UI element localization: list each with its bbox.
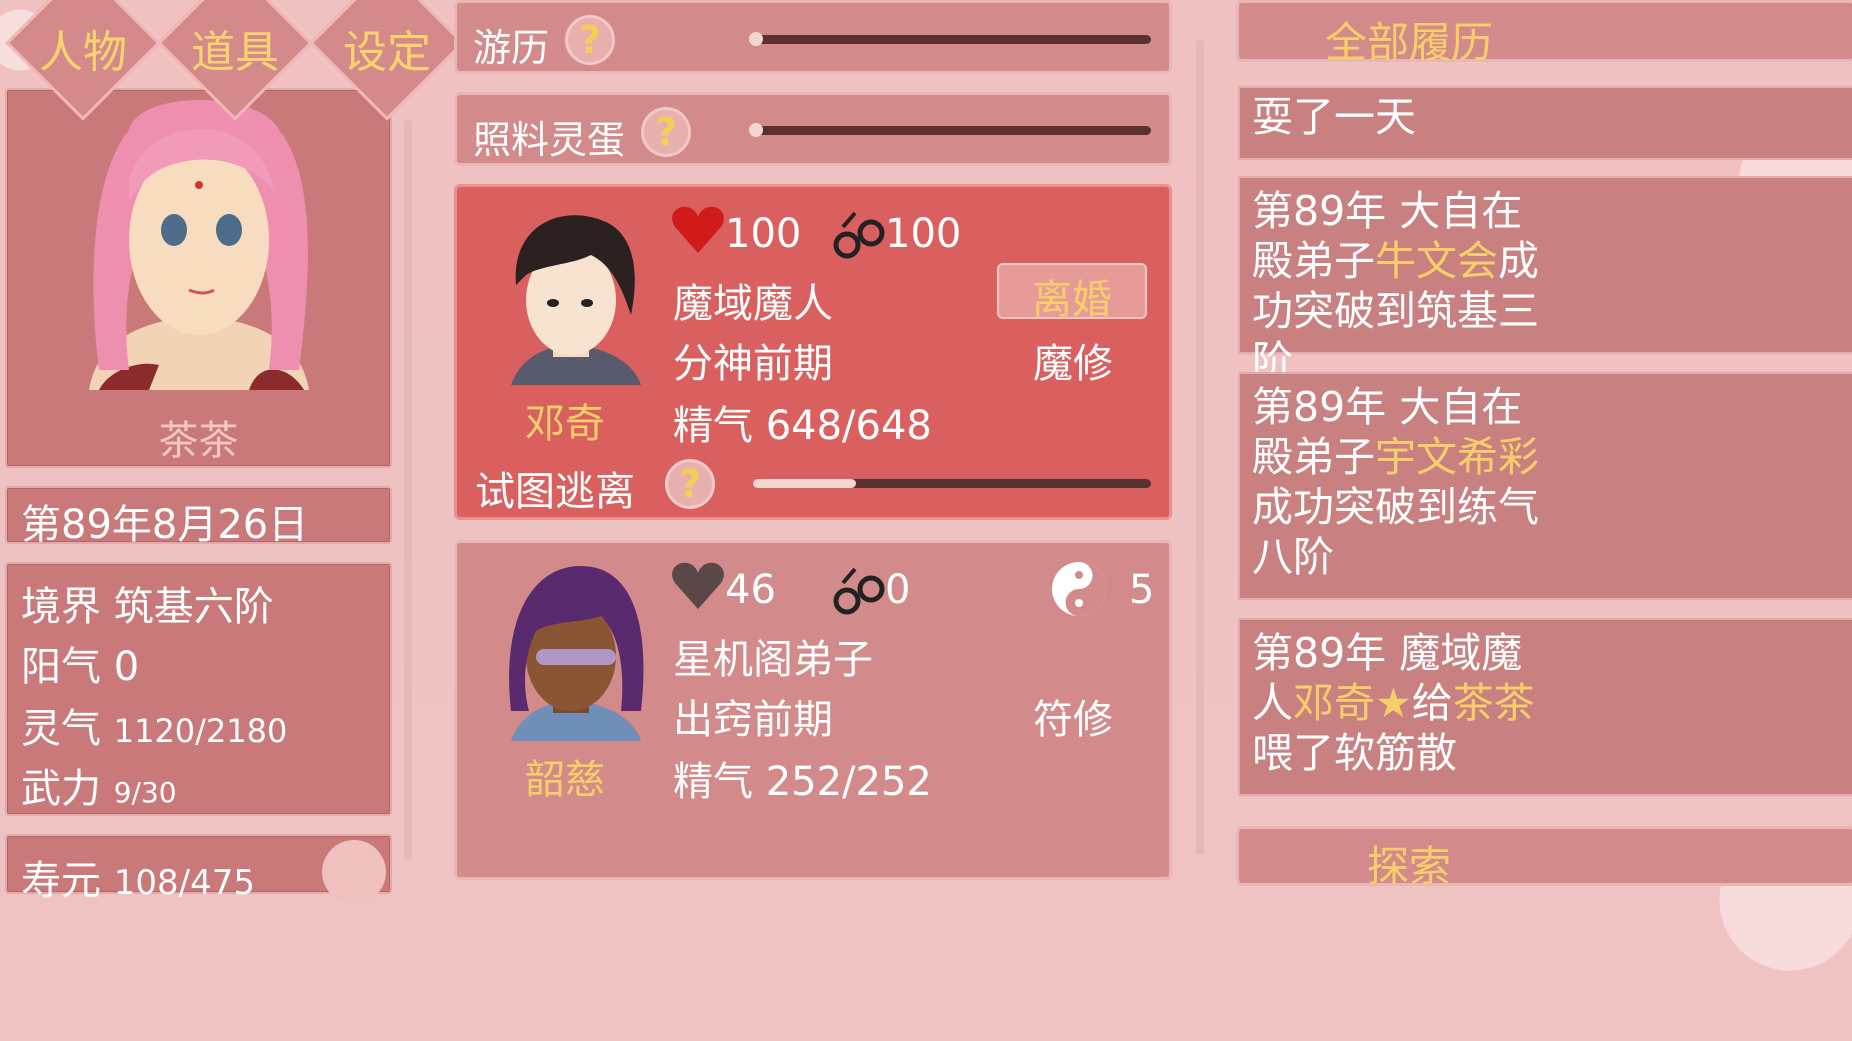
companion-card-1: 邓奇 100 100 魔域魔人 离婚 分神前期 魔修 精气 648/648 试图… [454, 184, 1172, 520]
stat-force: 武力 9/30 [21, 766, 177, 812]
character-name: 茶茶 [158, 418, 239, 464]
history-highlight-name: 牛文会 [1375, 237, 1498, 285]
heart-icon [672, 562, 724, 609]
handcuffs-icon [833, 211, 885, 259]
companion-name-1: 邓奇 [525, 401, 605, 447]
history-highlight-name: 宇文希彩 [1375, 433, 1539, 481]
companion-realm-1: 分神前期 [673, 341, 833, 387]
history-text-segment: 成功突破到练气八阶 [1252, 483, 1539, 581]
portrait-panel: 茶茶 [5, 88, 392, 468]
activity-travel[interactable]: 游历 ? [454, 0, 1172, 74]
tab-settings[interactable]: 设定 [312, 16, 462, 80]
companion-essence-2: 精气 252/252 [673, 759, 932, 805]
history-entry-text: 第89年 大自在殿弟子牛文会成功突破到筑基三阶 [1252, 186, 1562, 386]
divorce-button[interactable]: 离婚 [997, 263, 1147, 323]
stat-qi: 灵气 1120/2180 [21, 706, 288, 752]
history-entry-text: 第89年 大自在殿弟子宇文希彩成功突破到练气八阶 [1252, 382, 1562, 582]
history-header[interactable]: 全部履历 [1236, 0, 1852, 67]
escape-progress-fill [753, 479, 857, 488]
character-portrait [89, 100, 309, 390]
lifespan-panel: 寿元 108/475 [5, 834, 392, 904]
heart-icon [672, 206, 724, 253]
left-scrollbar[interactable] [404, 120, 412, 860]
explore-button[interactable]: 探索 [1236, 826, 1852, 891]
activity-travel-label: 游历 [473, 26, 550, 70]
travel-progress-bar [749, 32, 1151, 46]
history-highlight-name: 茶茶 [1452, 679, 1535, 727]
companion-essence-1: 精气 648/648 [673, 403, 932, 449]
bond-value-2: 0 [885, 567, 911, 613]
companion-title-2: 星机阁弟子 [673, 637, 873, 683]
handcuffs-icon [833, 567, 885, 615]
yinyang-value-2: 5 [1129, 567, 1155, 613]
history-text-segment: 耍了一天 [1252, 93, 1416, 141]
tab-character[interactable]: 人物 [8, 16, 158, 80]
companion-realm-2: 出窍前期 [673, 697, 833, 743]
history-entry-2: 第89年 大自在殿弟子牛文会成功突破到筑基三阶 [1238, 176, 1852, 385]
help-icon[interactable]: ? [565, 15, 615, 65]
stat-realm: 境界 筑基六阶 [21, 584, 274, 630]
middle-scrollbar[interactable] [1196, 40, 1204, 855]
tab-items[interactable]: 道具 [160, 16, 310, 80]
travel-progress-knob [749, 32, 763, 46]
companion-portrait-1 [511, 215, 641, 385]
help-icon[interactable]: ? [665, 459, 715, 509]
yinyang-icon [1052, 562, 1106, 616]
history-entry-1: 耍了一天 [1238, 86, 1852, 160]
history-entry-text: 第89年 魔域魔人邓奇★给茶茶喂了软筋散 [1252, 628, 1562, 778]
affection-value-1: 100 [725, 211, 802, 257]
companion-type-1: 魔修 [1033, 341, 1113, 387]
lifespan-text: 寿元 108/475 [21, 858, 255, 904]
egg-progress-bar [749, 123, 1151, 137]
bond-value-1: 100 [885, 211, 962, 257]
escape-progress-bar [753, 479, 1151, 488]
escape-label: 试图逃离 [475, 469, 635, 515]
history-entry-3: 第89年 大自在殿弟子宇文希彩成功突破到练气八阶 [1238, 372, 1852, 600]
activity-egg[interactable]: 照料灵蛋 ? [454, 92, 1172, 166]
companion-name-2: 韶慈 [525, 757, 605, 803]
activity-egg-label: 照料灵蛋 [473, 118, 626, 162]
history-entry-4: 第89年 魔域魔人邓奇★给茶茶喂了软筋散 [1238, 618, 1852, 796]
companion-card-2: 韶慈 46 0 5 星机阁弟子 出窍前期 符修 精气 252/252 [454, 540, 1172, 880]
stats-panel: 境界 筑基六阶 阳气 0 灵气 1120/2180 武力 9/30 [5, 562, 392, 816]
affection-value-2: 46 [725, 567, 776, 613]
history-text-segment: 喂了软筋散 [1252, 729, 1457, 777]
help-icon[interactable]: ? [641, 107, 691, 157]
date-panel: 第89年8月26日 [5, 486, 392, 548]
date-text: 第89年8月26日 [21, 502, 309, 548]
stat-yang: 阳气 0 [21, 644, 140, 690]
yinyang-icon[interactable] [322, 840, 386, 904]
history-text-segment: 给 [1411, 679, 1453, 727]
egg-progress-knob [749, 123, 763, 137]
history-highlight-name: 邓奇★ [1293, 679, 1412, 727]
companion-title-1: 魔域魔人 [673, 281, 833, 327]
companion-portrait-2 [509, 566, 644, 741]
history-entry-text: 耍了一天 [1252, 92, 1572, 142]
companion-type-2: 符修 [1033, 697, 1113, 743]
